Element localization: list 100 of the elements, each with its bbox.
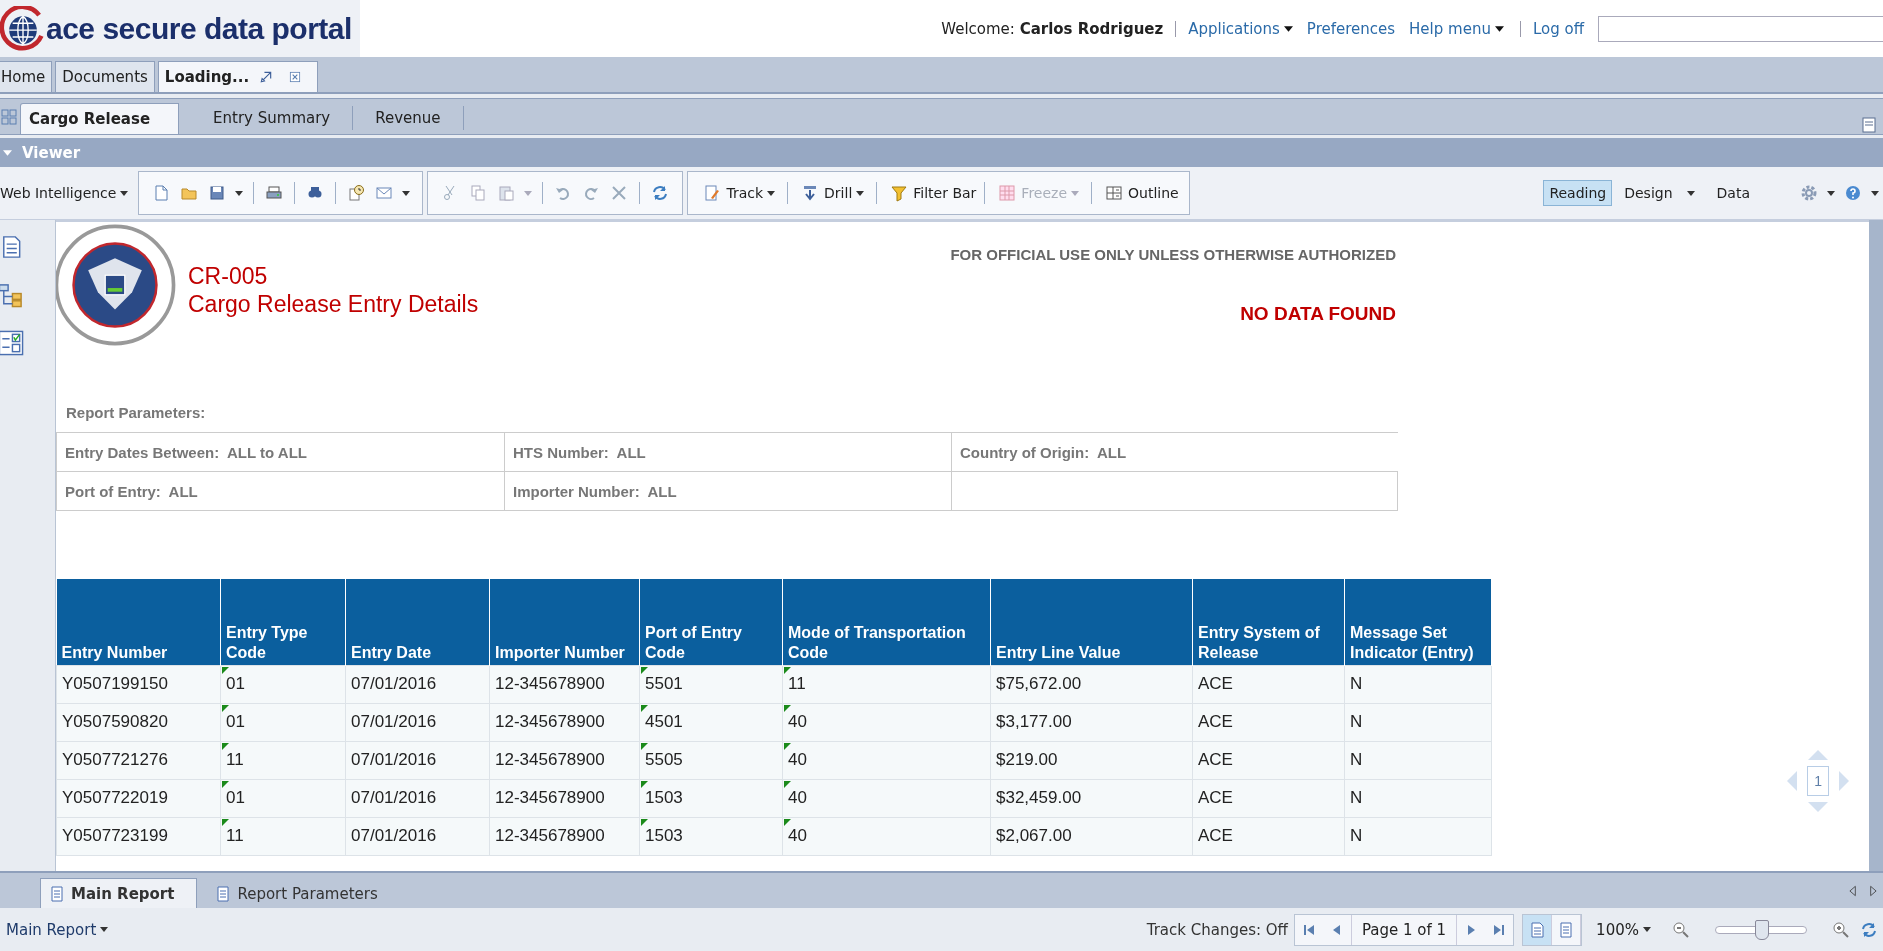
caret-icon — [767, 190, 776, 196]
mode-button[interactable]: Design — [1618, 180, 1705, 206]
table-cell: $3,177.00 — [990, 703, 1193, 741]
grid-icon[interactable] — [0, 107, 18, 126]
mode-button[interactable]: Reading — [1543, 180, 1613, 206]
table-cell: ACE — [1192, 779, 1345, 817]
table-cell: 07/01/2016 — [345, 779, 490, 817]
globe-icon — [0, 5, 46, 52]
table-cell: 1503 — [639, 779, 783, 817]
scrollbar[interactable] — [1869, 220, 1883, 871]
new-document-icon[interactable] — [152, 184, 171, 202]
table-cell: 40 — [782, 817, 991, 855]
column-header: Entry Date — [345, 579, 490, 665]
document-tab[interactable]: Entry Summary — [191, 106, 354, 130]
envelope-icon[interactable] — [375, 184, 394, 202]
caret-icon — [856, 190, 865, 196]
table-cell: 1503 — [639, 817, 783, 855]
checklist-icon[interactable] — [0, 328, 24, 358]
help-icon[interactable] — [1844, 184, 1862, 202]
column-header: Port of Entry Code — [639, 579, 783, 665]
parameter-cell: Port of Entry: ALL — [56, 472, 504, 511]
table-cell: 11 — [220, 817, 346, 855]
refresh-icon[interactable] — [651, 184, 670, 202]
document-tab[interactable]: Cargo Release — [20, 103, 180, 134]
table-cell: ACE — [1192, 665, 1345, 703]
app-tab[interactable]: Home — [0, 61, 53, 92]
app-tab[interactable]: Loading... — [157, 61, 319, 92]
column-header: Entry Line Value — [990, 579, 1193, 665]
table-cell: 12-345678900 — [489, 703, 640, 741]
header-link[interactable]: Log off — [1532, 19, 1584, 38]
table-cell: N — [1344, 817, 1492, 855]
copy-icon[interactable] — [469, 184, 488, 202]
clipboard-icon[interactable] — [497, 184, 516, 202]
caret-icon — [1071, 190, 1080, 196]
header-link[interactable]: Help menu — [1409, 19, 1504, 38]
table-cell: ACE — [1192, 703, 1345, 741]
search-field[interactable] — [1598, 15, 1883, 42]
caret-icon — [1494, 25, 1504, 32]
table-cell: N — [1344, 779, 1492, 817]
column-header: Importer Number — [489, 579, 640, 665]
web-intelligence-menu[interactable]: Web Intelligence — [0, 185, 133, 201]
toolbar-button[interactable]: Drill — [794, 184, 871, 202]
document-tab[interactable]: Revenue — [353, 106, 464, 130]
header-link[interactable]: Preferences — [1306, 19, 1396, 38]
close-icon[interactable] — [288, 70, 303, 84]
header-link[interactable]: Applications — [1188, 19, 1293, 38]
column-header: Entry Number — [56, 579, 221, 665]
refresh-icon[interactable] — [1860, 920, 1878, 939]
report-page-icon — [48, 884, 66, 903]
app-tab[interactable]: Documents — [55, 61, 155, 92]
official-use-notice: FOR OFFICIAL USE ONLY UNLESS OTHERWISE AUTHORIZED — [950, 246, 1396, 263]
table-cell: ACE — [1192, 817, 1345, 855]
parameter-cell: Importer Number: ALL — [504, 472, 951, 511]
mode-button[interactable]: Data — [1710, 180, 1756, 206]
column-header: Message Set Indicator (Entry) — [1344, 579, 1492, 665]
parameters-heading: Report Parameters: — [66, 404, 207, 423]
toolbar-button[interactable]: Filter Bar — [883, 184, 979, 202]
caret-icon — [1871, 190, 1879, 196]
welcome-text: Welcome: Carlos Rodriguez — [941, 19, 1164, 38]
report-tab[interactable]: Main Report — [40, 878, 198, 908]
no-data-message: NO DATA FOUND — [1239, 303, 1396, 325]
list-page-icon — [1528, 920, 1547, 939]
table-cell: Y0507722019 — [56, 779, 221, 817]
pop-out-icon[interactable] — [259, 70, 274, 84]
zoom-menu[interactable]: 100% — [1590, 919, 1661, 940]
table-cell: N — [1344, 741, 1492, 779]
caret-icon — [524, 190, 533, 196]
zoom-in-icon[interactable] — [1832, 920, 1850, 939]
print-icon[interactable] — [265, 184, 284, 202]
zoom-out-icon[interactable] — [1672, 920, 1690, 939]
toolbar-button[interactable]: Outline — [1098, 184, 1181, 202]
table-cell: 40 — [782, 703, 991, 741]
report-menu[interactable]: Main Report — [0, 919, 119, 940]
table-cell: 01 — [220, 665, 346, 703]
zoom-slider[interactable] — [1715, 919, 1807, 940]
table-cell: 40 — [782, 741, 991, 779]
caret-icon — [120, 190, 129, 196]
table-cell: Y0507723199 — [56, 817, 221, 855]
table-cell: 07/01/2016 — [345, 741, 490, 779]
caret-icon — [402, 190, 411, 196]
document-icon[interactable] — [1860, 116, 1878, 134]
delete-icon[interactable] — [610, 184, 629, 202]
table-cell: N — [1344, 665, 1492, 703]
table-cell: Y0507590820 — [56, 703, 221, 741]
table-cell: 07/01/2016 — [345, 703, 490, 741]
portal-logo[interactable]: ace secure data portal — [0, 0, 360, 57]
pen-document-icon — [703, 184, 722, 202]
schedule-icon[interactable] — [347, 184, 366, 202]
table-cell: 01 — [220, 703, 346, 741]
collapse-icon[interactable] — [3, 149, 12, 156]
table-cell: 12-345678900 — [489, 741, 640, 779]
parameter-cell: Country of Origin: ALL — [951, 433, 1398, 472]
table-cell: 12-345678900 — [489, 779, 640, 817]
report-tab[interactable]: Report Parameters — [207, 879, 400, 908]
report-title: Cargo Release Entry Details — [188, 290, 479, 318]
settings-icon[interactable] — [1800, 184, 1818, 202]
view-mode-button[interactable] — [1523, 914, 1553, 945]
column-header: Entry System of Release — [1192, 579, 1345, 665]
slider-thumb[interactable] — [1755, 919, 1769, 940]
toolbar-button[interactable]: Track — [696, 184, 782, 202]
